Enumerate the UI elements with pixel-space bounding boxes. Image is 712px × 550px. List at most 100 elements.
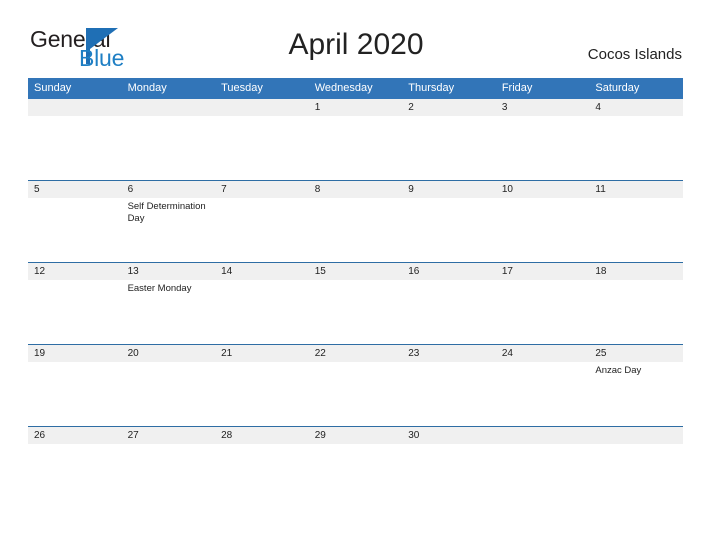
weekday-header-sunday: Sunday	[28, 78, 122, 99]
calendar-day-cell[interactable]: 27	[121, 426, 216, 508]
calendar-day-cell[interactable]: 5	[28, 180, 122, 263]
weekday-header-friday: Friday	[495, 78, 590, 99]
calendar-day-cell[interactable]: 22	[308, 344, 403, 427]
calendar-day-cell[interactable]: 3	[495, 99, 590, 181]
calendar-day-cell[interactable]: 17	[495, 262, 590, 345]
calendar-cell-inner: 27	[121, 427, 216, 508]
calendar-day-cell[interactable]: 29	[308, 426, 403, 508]
calendar-cell-inner: 5	[28, 181, 122, 262]
calendar-header-row: Sunday Monday Tuesday Wednesday Thursday…	[28, 78, 683, 99]
calendar-day-cell[interactable]: 15	[308, 262, 403, 345]
day-number: 13	[121, 263, 216, 280]
calendar-cell-inner: 12	[28, 263, 122, 344]
day-number: 20	[121, 345, 216, 362]
calendar-day-cell[interactable]: 7	[215, 180, 309, 263]
calendar-cell-inner: 14	[215, 263, 309, 344]
calendar-day-cell[interactable]: 12	[28, 262, 122, 345]
calendar-day-cell[interactable]: 13 Easter Monday	[121, 262, 216, 345]
calendar-cell-inner: 17	[495, 263, 590, 344]
day-number: 25	[589, 345, 683, 362]
calendar-day-cell[interactable]: 23	[402, 344, 496, 427]
weekday-header-monday: Monday	[121, 78, 216, 99]
day-number: 16	[402, 263, 496, 280]
calendar-empty-cell	[589, 426, 683, 508]
calendar-cell-inner	[589, 427, 683, 508]
calendar-cell-inner: 7	[215, 181, 309, 262]
day-number: 28	[215, 427, 309, 444]
holiday-label: Easter Monday	[127, 283, 192, 294]
calendar-cell-inner: 13 Easter Monday	[121, 263, 216, 344]
calendar-cell-inner: 11	[589, 181, 683, 262]
day-number: 3	[495, 99, 590, 116]
day-events: Easter Monday	[122, 280, 216, 295]
day-number: 18	[589, 263, 683, 280]
weekday-header-thursday: Thursday	[402, 78, 496, 99]
calendar-day-cell[interactable]: 16	[402, 262, 496, 345]
calendar-cell-inner: 25 Anzac Day	[589, 345, 683, 426]
calendar-day-cell[interactable]: 30	[402, 426, 496, 508]
calendar-cell-inner: 16	[402, 263, 496, 344]
calendar-cell-inner	[215, 99, 309, 180]
calendar-cell-inner	[28, 99, 122, 180]
calendar-cell-inner: 22	[308, 345, 403, 426]
calendar-cell-inner: 2	[402, 99, 496, 180]
day-number: 19	[28, 345, 122, 362]
calendar-day-cell[interactable]: 18	[589, 262, 683, 345]
day-number: 30	[402, 427, 496, 444]
calendar-week-row: 1234	[28, 99, 683, 181]
day-number	[589, 427, 683, 444]
calendar-day-cell[interactable]: 2	[402, 99, 496, 181]
calendar-day-cell[interactable]: 9	[402, 180, 496, 263]
calendar-day-cell[interactable]: 25 Anzac Day	[589, 344, 683, 427]
calendar-cell-inner: 24	[495, 345, 590, 426]
calendar-cell-inner: 29	[308, 427, 403, 508]
calendar-cell-inner: 20	[121, 345, 216, 426]
day-number: 1	[308, 99, 403, 116]
day-events: Anzac Day	[589, 362, 683, 377]
calendar-day-cell[interactable]: 8	[308, 180, 403, 263]
calendar-cell-inner: 23	[402, 345, 496, 426]
calendar-day-cell[interactable]: 11	[589, 180, 683, 263]
day-number: 2	[402, 99, 496, 116]
day-number: 26	[28, 427, 122, 444]
calendar-day-cell[interactable]: 6 Self Determination Day	[121, 180, 216, 263]
calendar-week-row: 5 6 Self Determination Day 7 8 9 10 11	[28, 180, 683, 263]
calendar-day-cell[interactable]: 10	[495, 180, 590, 263]
calendar-cell-inner: 21	[215, 345, 309, 426]
day-number: 29	[308, 427, 403, 444]
day-number: 21	[215, 345, 309, 362]
calendar-week-row: 12 13 Easter Monday 14 15 16 17 18	[28, 262, 683, 345]
calendar-day-cell[interactable]: 4	[589, 99, 683, 181]
calendar-day-cell[interactable]: 24	[495, 344, 590, 427]
calendar-cell-inner: 1	[308, 99, 403, 180]
calendar-cell-inner: 26	[28, 427, 122, 508]
calendar-day-cell[interactable]: 14	[215, 262, 309, 345]
calendar-cell-inner: 8	[308, 181, 403, 262]
day-number: 7	[215, 181, 309, 198]
calendar-cell-inner: 18	[589, 263, 683, 344]
calendar-cell-inner: 10	[495, 181, 590, 262]
day-number: 27	[121, 427, 216, 444]
calendar-empty-cell	[28, 99, 122, 181]
day-number	[121, 99, 216, 116]
calendar-day-cell[interactable]: 1	[308, 99, 403, 181]
calendar-cell-inner: 28	[215, 427, 309, 508]
calendar-day-cell[interactable]: 19	[28, 344, 122, 427]
day-number: 12	[28, 263, 122, 280]
weekday-header-wednesday: Wednesday	[308, 78, 403, 99]
day-number: 6	[121, 181, 216, 198]
calendar-day-cell[interactable]: 28	[215, 426, 309, 508]
calendar-day-cell[interactable]: 20	[121, 344, 216, 427]
day-number: 11	[589, 181, 683, 198]
day-number: 15	[308, 263, 403, 280]
calendar-empty-cell	[495, 426, 590, 508]
weekday-header-saturday: Saturday	[589, 78, 683, 99]
calendar-day-cell[interactable]: 26	[28, 426, 122, 508]
day-number	[28, 99, 122, 116]
day-number: 9	[402, 181, 496, 198]
weekday-header-tuesday: Tuesday	[215, 78, 309, 99]
calendar-day-cell[interactable]: 21	[215, 344, 309, 427]
calendar-cell-inner: 19	[28, 345, 122, 426]
day-number: 14	[215, 263, 309, 280]
calendar-body: 1 2 3 4 5 6 Self Determination Day 7 8 9 10 11 12 13 E…	[28, 99, 683, 508]
